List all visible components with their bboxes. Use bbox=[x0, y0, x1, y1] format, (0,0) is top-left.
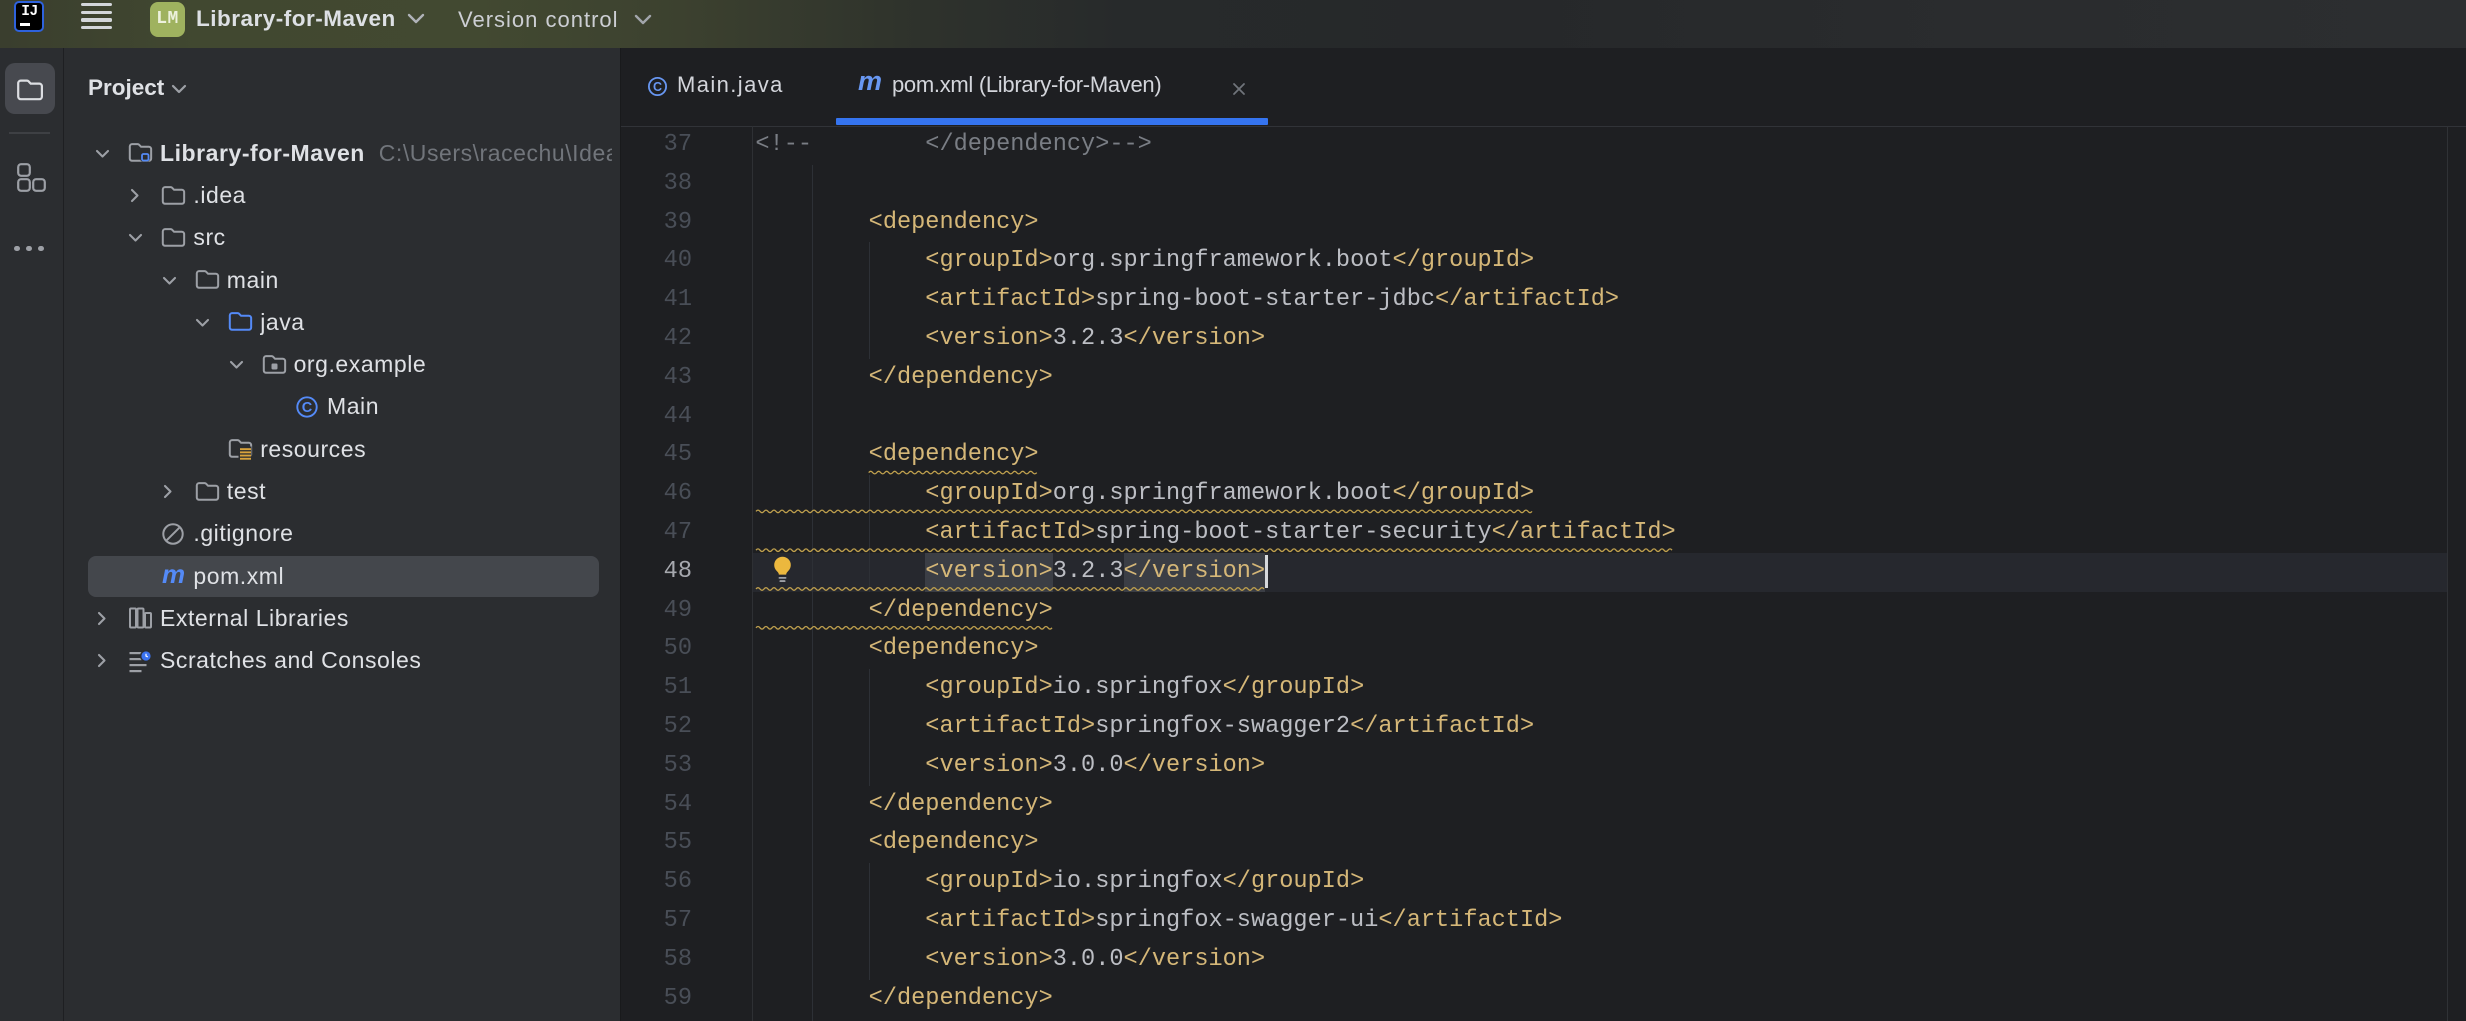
svg-text:C: C bbox=[653, 80, 662, 94]
svg-text:C: C bbox=[302, 400, 313, 416]
svg-text:m: m bbox=[162, 564, 185, 588]
